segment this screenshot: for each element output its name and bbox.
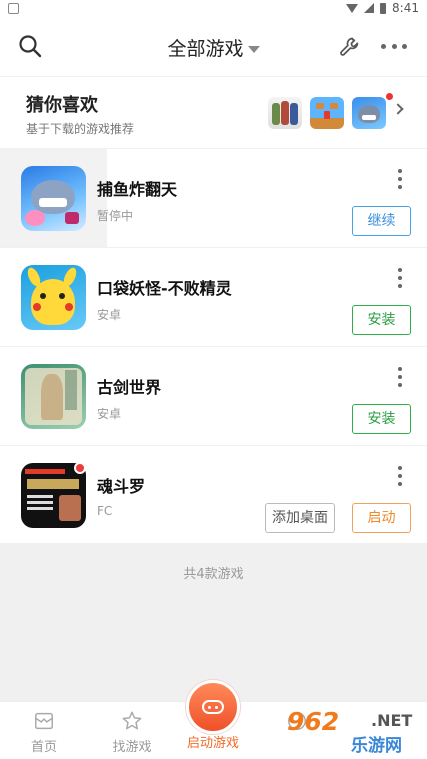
home-icon [35,712,53,730]
tab-label: 首页 [30,740,57,755]
gamepad-icon [202,700,224,714]
tab-label: 启动游戏 [186,736,239,751]
chevron-down-icon [247,46,260,53]
status-indicators: 8:41 [346,1,419,15]
game-filter-dropdown[interactable]: 全部游戏 [0,34,427,61]
new-badge [386,93,393,100]
game-row[interactable]: 古剑世界 安卓 安装 [0,347,427,446]
recommend-thumbnail[interactable] [310,97,344,129]
recommend-thumbnail[interactable] [352,97,386,129]
install-button[interactable]: 安装 [352,305,411,335]
tab-find-games[interactable]: 找游戏 [92,702,172,759]
update-badge [74,462,86,474]
notification-icon [8,3,19,14]
tab-label: 找游戏 [112,740,152,755]
wrench-icon[interactable] [338,35,362,59]
continue-button[interactable]: 继续 [352,206,411,236]
recommend-thumbnail[interactable] [268,97,302,129]
signal-icon [364,3,375,13]
game-icon [21,166,86,231]
game-name: 口袋妖怪-不败精灵 [97,279,232,298]
game-platform: FC [97,504,113,518]
game-row[interactable]: 捕鱼炸翻天 暂停中 继续 [0,149,427,248]
watermark-site: 乐游网 [351,736,402,756]
watermark-net: .NET [371,711,413,730]
game-name: 魂斗罗 [97,477,146,496]
page-title: 全部游戏 [167,38,244,60]
game-name: 古剑世界 [97,378,162,397]
top-bar: 全部游戏 [0,18,427,76]
status-bar: 8:41 [0,0,427,18]
launch-button[interactable]: 启动 [352,503,411,533]
game-platform: 安卓 [97,407,122,421]
more-options-icon[interactable] [397,268,403,288]
tab-home[interactable]: 首页 [4,702,84,759]
recommendation-banner[interactable]: 猜你喜欢 基于下载的游戏推荐 [0,76,427,148]
add-to-desktop-button[interactable]: 添加桌面 [265,503,335,533]
install-button[interactable]: 安装 [352,404,411,434]
recommend-subtitle: 基于下载的游戏推荐 [26,122,135,136]
more-options-icon[interactable] [397,466,403,486]
star-icon [122,711,142,730]
site-watermark: 962 .NET 乐游网 [283,707,427,757]
launch-game-button[interactable] [186,680,240,734]
game-platform: 安卓 [97,308,122,322]
game-list: 捕鱼炸翻天 暂停中 继续 口袋妖怪-不败精灵 安卓 安装 古剑世界 安卓 安装 [0,149,427,543]
battery-icon [380,2,387,14]
game-name: 捕鱼炸翻天 [97,180,178,199]
more-options-icon[interactable] [397,367,403,387]
recommend-title: 猜你喜欢 [26,95,98,116]
wifi-icon [346,3,359,13]
more-options-icon[interactable] [397,169,403,189]
game-icon [21,364,86,429]
game-count: 共4款游戏 [183,567,244,582]
more-options-icon[interactable] [381,44,407,50]
game-row[interactable]: 口袋妖怪-不败精灵 安卓 安装 [0,248,427,347]
game-status: 暂停中 [97,209,134,223]
watermark-number: 962 [287,707,340,736]
status-time: 8:41 [392,1,419,15]
game-row[interactable]: 魂斗罗 FC 添加桌面 启动 [0,446,427,543]
game-icon [21,265,86,330]
